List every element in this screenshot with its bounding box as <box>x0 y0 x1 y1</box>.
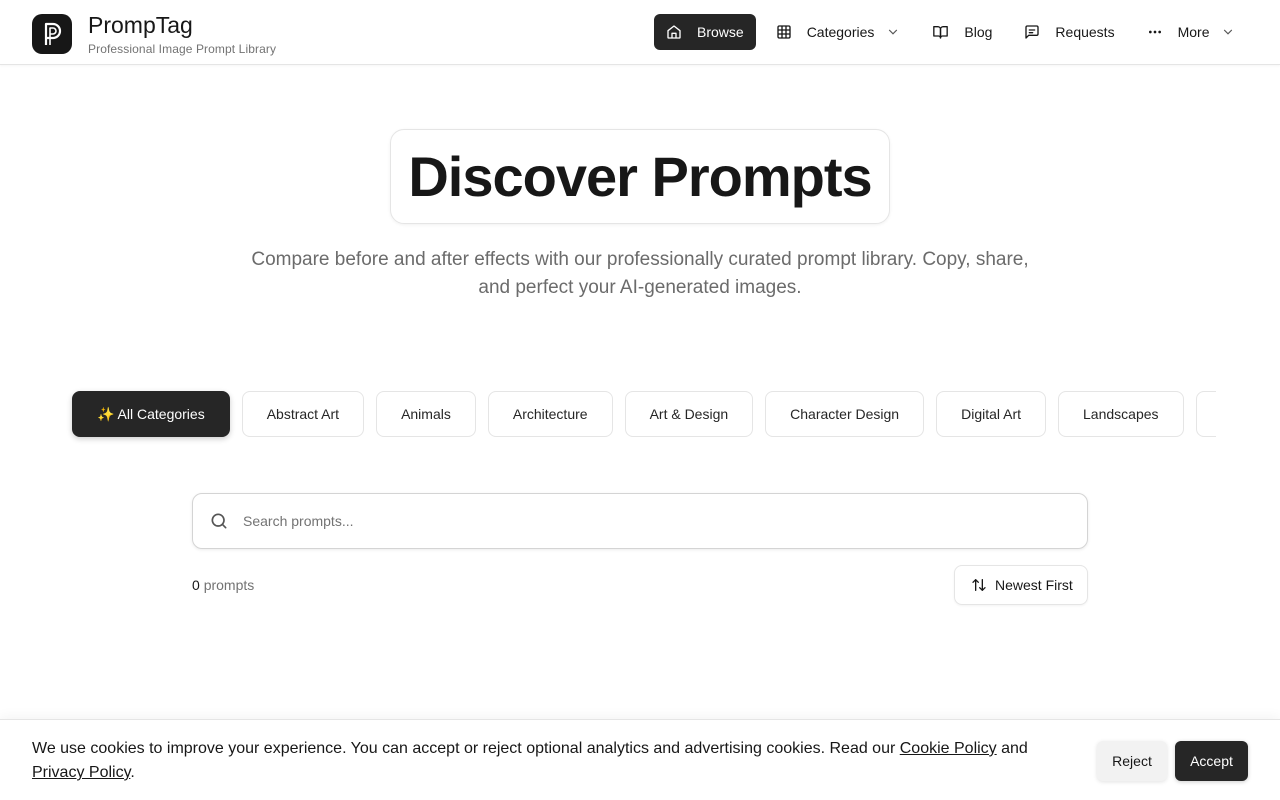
main-nav: Browse Categories Blog Requests More <box>654 14 1247 50</box>
sort-button[interactable]: Newest First <box>954 565 1088 605</box>
search-box[interactable] <box>192 493 1088 549</box>
brand[interactable]: PrompTag Professional Image Prompt Libra… <box>32 12 276 56</box>
sort-label: Newest First <box>995 577 1073 593</box>
category-chip-animals[interactable]: Animals <box>376 391 476 437</box>
nav-blog-label: Blog <box>964 24 993 40</box>
nav-blog[interactable]: Blog <box>920 14 1004 50</box>
brand-tagline: Professional Image Prompt Library <box>88 42 277 56</box>
book-open-icon <box>933 26 949 39</box>
privacy-policy-link[interactable]: Privacy Policy <box>32 764 130 781</box>
nav-requests-label: Requests <box>1055 24 1115 40</box>
category-chip-all[interactable]: ✨ All Categories <box>72 391 230 437</box>
brand-name[interactable]: PrompTag <box>88 12 276 38</box>
accept-button[interactable]: Accept <box>1175 741 1248 781</box>
nav-categories-label: Categories <box>806 24 875 40</box>
category-chip-character-design[interactable]: Character Design <box>765 391 925 437</box>
p-logo-icon[interactable] <box>32 14 72 54</box>
cookie-policy-link[interactable]: Cookie Policy <box>900 740 997 757</box>
category-chips: ✨ All Categories Abstract Art Animals Ar… <box>72 391 1216 437</box>
results-count: 0 prompts <box>192 577 254 593</box>
results-count-label: prompts <box>203 577 255 593</box>
home-icon <box>667 25 681 39</box>
category-chip-abstract-art[interactable]: Abstract Art <box>241 391 365 437</box>
brand-text: PrompTag Professional Image Prompt Libra… <box>88 12 276 56</box>
chevron-down-icon <box>1224 29 1233 35</box>
nav-more[interactable]: More <box>1135 14 1248 50</box>
category-chip-architecture[interactable]: Architecture <box>487 391 613 437</box>
search-icon <box>211 513 227 529</box>
cookie-message: We use cookies to improve your experienc… <box>32 737 1082 785</box>
search-input[interactable] <box>243 513 1043 529</box>
results-count-number: 0 <box>192 577 200 593</box>
category-chip-landscapes[interactable]: Landscapes <box>1058 391 1184 437</box>
site-header: PrompTag Professional Image Prompt Libra… <box>0 0 1280 65</box>
category-filter-bar[interactable]: ✨ All Categories Abstract Art Animals Ar… <box>64 381 1216 447</box>
hero-title-card: Discover Prompts <box>390 129 890 224</box>
hero-subtitle: Compare before and after effects with ou… <box>251 249 1029 298</box>
arrow-up-down-icon <box>972 579 986 591</box>
cookie-banner: We use cookies to improve your experienc… <box>0 719 1280 800</box>
category-chip-art-design[interactable]: Art & Design <box>624 391 754 437</box>
category-chip-digital-art[interactable]: Digital Art <box>936 391 1047 437</box>
nav-browse[interactable]: Browse <box>654 14 756 50</box>
nav-requests[interactable]: Requests <box>1012 14 1126 50</box>
message-square-icon <box>1025 25 1040 39</box>
nav-more-label: More <box>1177 24 1210 40</box>
nav-categories[interactable]: Categories <box>764 14 913 50</box>
cookie-text: We use cookies to improve your experienc… <box>32 740 900 757</box>
cookie-text-end: . <box>130 764 135 781</box>
nav-browse-label: Browse <box>697 24 744 40</box>
category-chip-ph[interactable]: Ph <box>1195 391 1216 437</box>
cookie-text-and: and <box>996 740 1028 757</box>
more-horizontal-icon <box>1148 30 1161 34</box>
reject-button[interactable]: Reject <box>1097 741 1167 781</box>
grid-icon <box>777 25 791 39</box>
page-title: Discover Prompts <box>408 145 872 208</box>
chevron-down-icon <box>889 29 898 35</box>
